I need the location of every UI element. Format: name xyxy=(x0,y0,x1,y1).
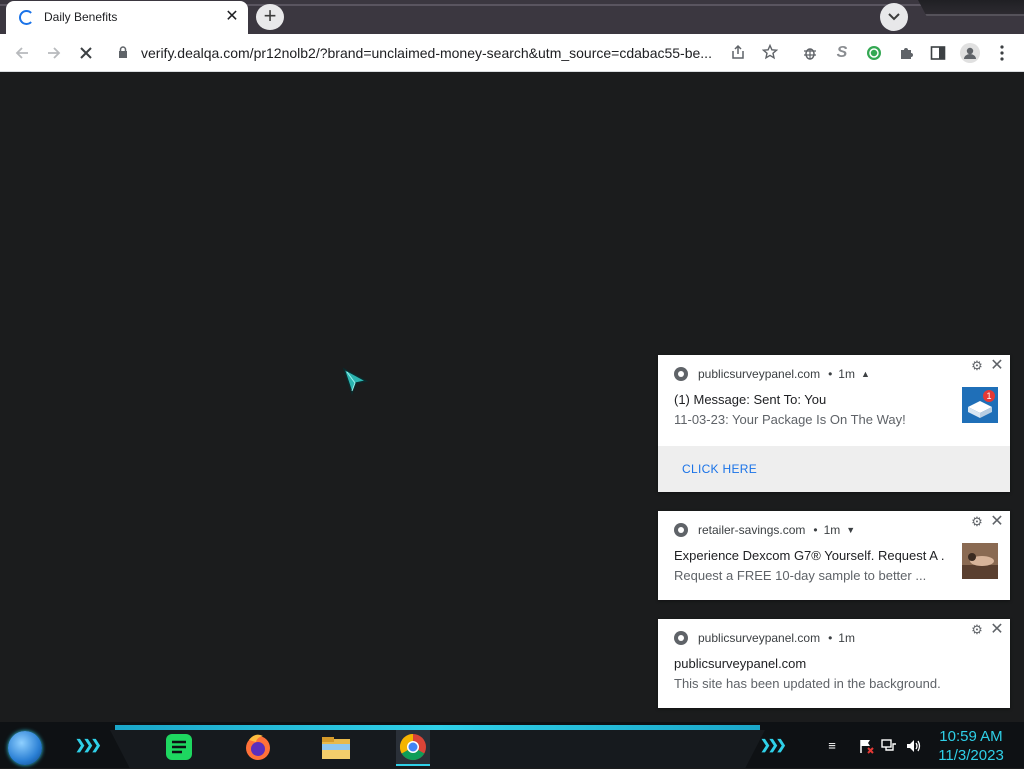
puzzle-piece-icon xyxy=(901,48,913,59)
notification-header: publicsurveypanel.com • 1m ▲ xyxy=(674,366,870,382)
chevron-down-icon[interactable]: ▼ xyxy=(846,525,855,535)
svg-text:1: 1 xyxy=(986,391,991,401)
notification-action-bar: CLICK HERE xyxy=(658,446,1010,492)
speaker-icon xyxy=(907,740,921,752)
notification-title: (1) Message: Sent To: You xyxy=(674,392,827,407)
notification-origin: publicsurveypanel.com xyxy=(698,367,821,381)
profile-avatar-icon xyxy=(960,43,980,63)
side-panel-button[interactable] xyxy=(927,42,949,64)
chrome-favicon-icon xyxy=(674,631,688,645)
chevron-up-icon[interactable]: ▲ xyxy=(861,369,870,379)
tray-overflow-icon[interactable]: ≡ xyxy=(824,738,840,754)
network-tray-icon[interactable] xyxy=(881,738,897,754)
separator-dot: • xyxy=(813,523,818,537)
tab-search-button[interactable] xyxy=(880,3,908,31)
separator-dot: • xyxy=(828,631,833,645)
extension-s-button[interactable]: S xyxy=(831,42,853,64)
arrow-left-icon xyxy=(15,47,28,59)
settings-gear-icon[interactable]: ⚙ xyxy=(970,515,984,529)
volume-tray-icon[interactable] xyxy=(905,738,921,754)
chrome-favicon-icon xyxy=(674,523,688,537)
loading-spinner-icon xyxy=(19,10,34,25)
tab-strip: Daily Benefits ✕ + xyxy=(0,0,1024,34)
notification-time: 1m xyxy=(838,631,855,645)
click-here-button[interactable]: CLICK HERE xyxy=(682,462,757,476)
taskbar-app-file-explorer[interactable] xyxy=(319,730,353,764)
tab-close-icon[interactable]: ✕ xyxy=(224,9,240,25)
taskbar-app-chrome[interactable] xyxy=(396,730,430,766)
notification-card[interactable]: publicsurveypanel.com • 1m ⚙ ✕ publicsur… xyxy=(658,619,1010,708)
action-center-flag-icon[interactable] xyxy=(858,738,874,754)
notification-origin: publicsurveypanel.com xyxy=(698,631,821,645)
arrow-right-icon xyxy=(48,47,61,59)
notification-header: retailer-savings.com • 1m ▼ xyxy=(674,522,855,538)
chrome-icon xyxy=(399,733,426,761)
bug-icon xyxy=(804,48,816,60)
stop-x-icon xyxy=(80,47,92,59)
side-panel-icon xyxy=(930,46,946,60)
flag-icon xyxy=(860,740,874,754)
extension-bug-button[interactable] xyxy=(799,42,821,64)
taskbar-accent-strip xyxy=(115,725,760,730)
notification-card[interactable]: retailer-savings.com • 1m ▼ ⚙ ✕ Experien… xyxy=(658,511,1010,600)
window-frame-decoration xyxy=(918,0,1024,16)
taskbar: ❯❯❯ ❯❯❯ ≡ 10:59 AM 11/3/2023 xyxy=(0,722,1024,768)
notification-body: This site has been updated in the backgr… xyxy=(674,676,941,691)
address-bar[interactable]: verify.dealqa.com/pr12nolb2/?brand=uncla… xyxy=(108,37,786,67)
notification-body: 11-03-23: Your Package Is On The Way! xyxy=(674,412,906,427)
chevron-down-icon xyxy=(888,13,900,21)
notification-title: publicsurveypanel.com xyxy=(674,656,807,671)
package-notification-image: 1 xyxy=(962,387,998,423)
kebab-menu-icon xyxy=(1000,45,1004,61)
mouse-cursor-icon xyxy=(342,367,369,396)
close-icon[interactable]: ✕ xyxy=(989,358,1005,374)
extensions-button[interactable] xyxy=(895,42,917,64)
network-icon xyxy=(881,739,896,751)
share-button[interactable] xyxy=(727,41,749,63)
separator-dot: • xyxy=(828,367,833,381)
taskbar-app-spreadsheet[interactable] xyxy=(162,730,196,764)
chevron-decoration-icon: ❯❯❯ xyxy=(760,737,787,752)
star-icon xyxy=(762,44,778,60)
file-explorer-icon xyxy=(322,737,350,759)
stop-loading-button[interactable] xyxy=(75,42,97,64)
taskbar-app-firefox[interactable] xyxy=(241,730,275,764)
notification-header: publicsurveypanel.com • 1m xyxy=(674,630,855,646)
chrome-favicon-icon xyxy=(674,367,688,381)
profile-button[interactable] xyxy=(959,42,981,64)
notification-origin: retailer-savings.com xyxy=(698,523,806,537)
tab-daily-benefits[interactable]: Daily Benefits ✕ xyxy=(6,1,248,34)
settings-gear-icon[interactable]: ⚙ xyxy=(970,359,984,373)
clock-date[interactable]: 11/3/2023 xyxy=(934,747,1008,764)
bookmark-button[interactable] xyxy=(759,41,781,63)
new-tab-button[interactable]: + xyxy=(256,4,284,30)
spreadsheet-app-icon xyxy=(166,734,192,760)
url-text[interactable]: verify.dealqa.com/pr12nolb2/?brand=uncla… xyxy=(141,45,721,61)
start-button[interactable] xyxy=(8,731,42,765)
close-icon[interactable]: ✕ xyxy=(989,514,1005,530)
clock-time[interactable]: 10:59 AM xyxy=(934,728,1008,745)
lock-icon[interactable] xyxy=(118,46,128,58)
product-photo-image xyxy=(962,543,998,579)
green-globe-icon xyxy=(867,46,881,60)
close-icon[interactable]: ✕ xyxy=(989,622,1005,638)
notification-time: 1m xyxy=(823,523,841,537)
forward-button[interactable] xyxy=(43,42,65,64)
notification-time: 1m xyxy=(838,367,855,381)
taskbar-center-panel xyxy=(110,730,765,768)
tab-title: Daily Benefits xyxy=(44,10,118,24)
extension-globe-button[interactable] xyxy=(863,42,885,64)
notification-card[interactable]: publicsurveypanel.com • 1m ▲ ⚙ ✕ (1) Mes… xyxy=(658,355,1010,492)
browser-menu-button[interactable] xyxy=(991,42,1013,64)
back-button[interactable] xyxy=(11,42,33,64)
settings-gear-icon[interactable]: ⚙ xyxy=(970,623,984,637)
chevron-decoration-icon: ❯❯❯ xyxy=(75,737,102,752)
notification-title: Experience Dexcom G7® Yourself. Request … xyxy=(674,548,944,563)
firefox-icon xyxy=(246,734,270,760)
browser-toolbar: verify.dealqa.com/pr12nolb2/?brand=uncla… xyxy=(0,34,1024,72)
share-icon xyxy=(732,44,744,59)
s-extension-icon: S xyxy=(836,44,848,61)
notification-body: Request a FREE 10-day sample to better .… xyxy=(674,568,927,583)
